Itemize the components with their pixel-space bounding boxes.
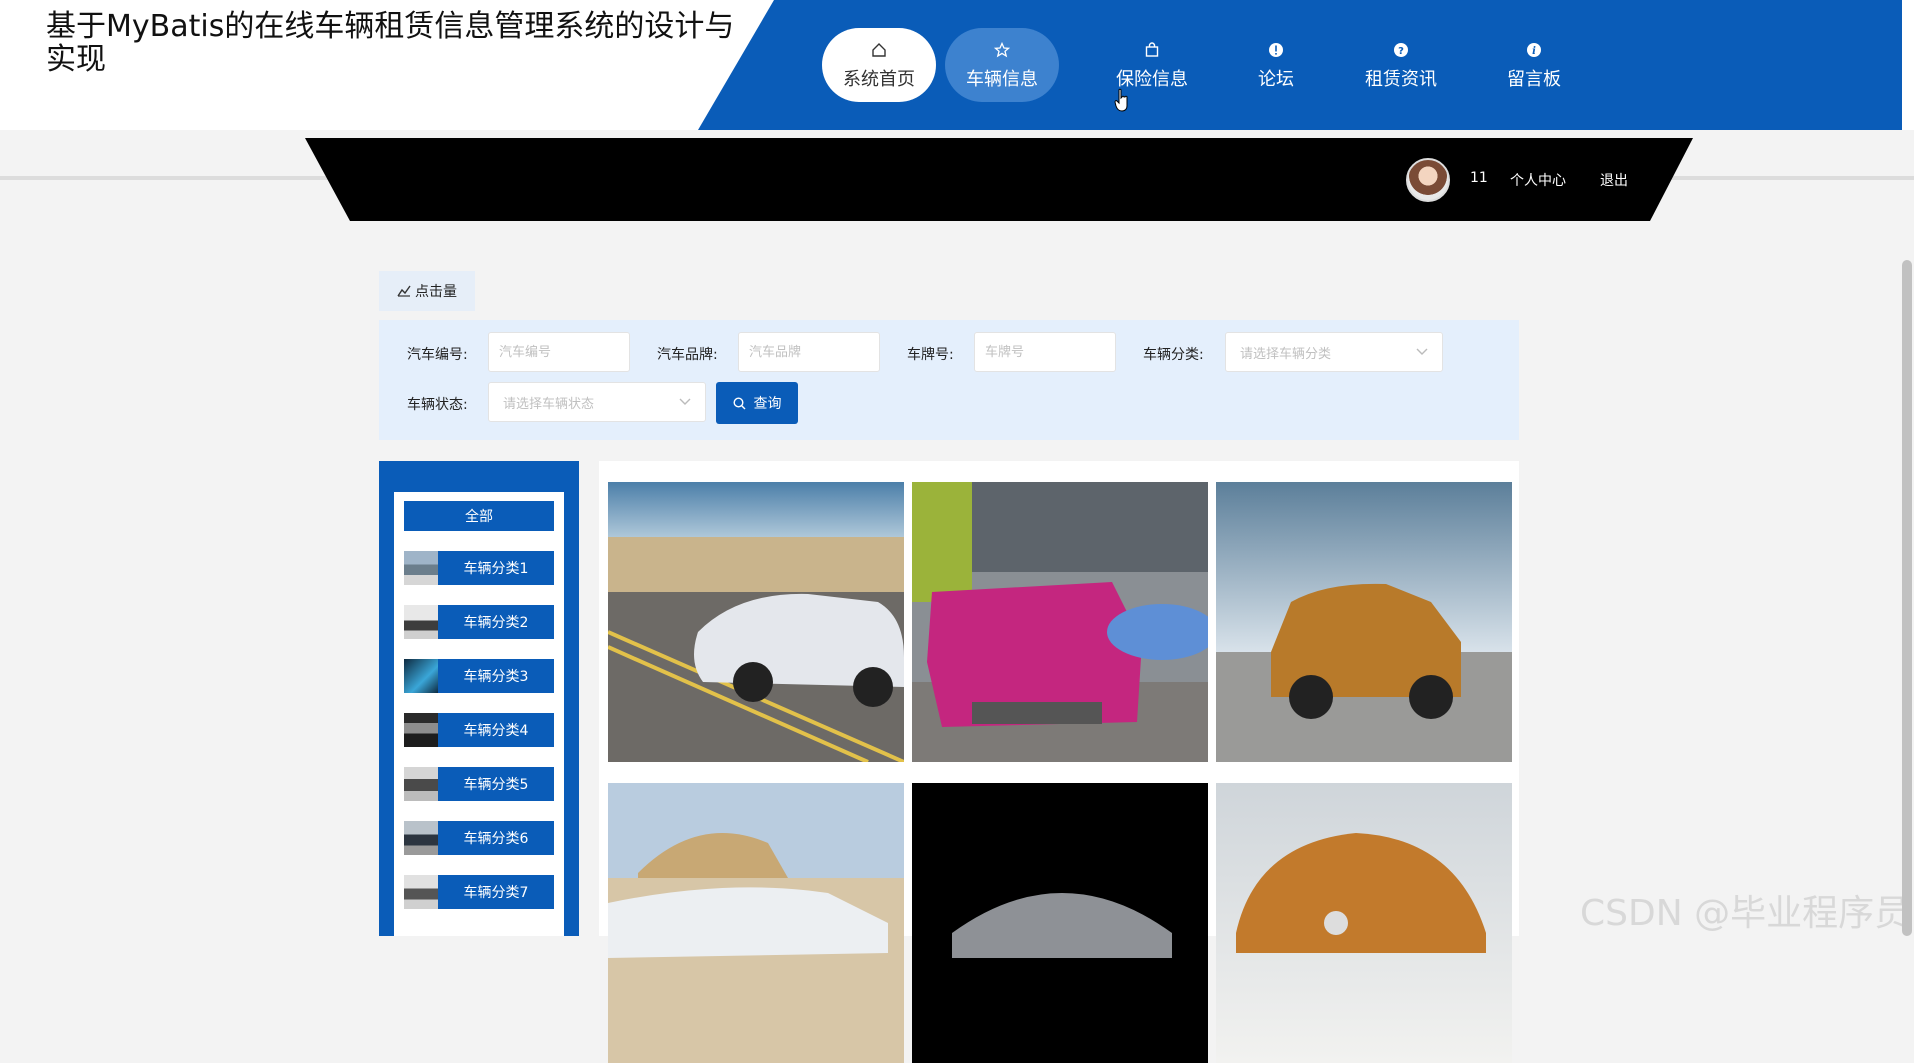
- plate-label: 车牌号:: [907, 347, 954, 363]
- vehicle-card-image[interactable]: [1216, 482, 1512, 762]
- svg-text:i: i: [1532, 46, 1536, 57]
- chevron-down-icon: [679, 398, 691, 405]
- nav-item-insurance[interactable]: 保险信息: [1095, 28, 1209, 102]
- watermark: CSDN @毕业程序员: [1580, 893, 1911, 934]
- query-button-label: 查询: [753, 396, 782, 412]
- status-select-value: 请选择车辆状态: [503, 396, 595, 412]
- category-item-label: 车辆分类1: [438, 551, 554, 585]
- category-item-6[interactable]: 车辆分类6: [404, 821, 554, 855]
- category-item-2[interactable]: 车辆分类2: [404, 605, 554, 639]
- tab-label: 点击量: [415, 284, 457, 300]
- logout-link[interactable]: 退出: [1600, 170, 1628, 190]
- svg-text:?: ?: [1398, 46, 1404, 57]
- nav-item-news[interactable]: ? 租赁资讯: [1344, 28, 1458, 102]
- nav-item-vehicles[interactable]: 车辆信息: [945, 28, 1059, 102]
- category-label: 车辆分类:: [1143, 347, 1204, 363]
- info-italic-icon: i: [1526, 39, 1542, 61]
- category-item-label: 车辆分类6: [438, 821, 554, 855]
- category-thumbnail: [404, 821, 438, 855]
- status-select[interactable]: 请选择车辆状态: [488, 382, 706, 422]
- vehicle-card-image[interactable]: [1216, 783, 1512, 1063]
- category-item-label: 车辆分类5: [438, 767, 554, 801]
- hand-cursor-icon: [1114, 88, 1128, 112]
- user-center-link[interactable]: 个人中心: [1510, 170, 1566, 190]
- page-scrollbar[interactable]: [1902, 260, 1912, 936]
- category-thumbnail: [404, 713, 438, 747]
- category-item-4[interactable]: 车辆分类4: [404, 713, 554, 747]
- home-icon: [871, 39, 887, 61]
- category-thumbnail: [404, 551, 438, 585]
- nav-item-home[interactable]: 系统首页: [822, 28, 936, 102]
- category-item-label: 车辆分类3: [438, 659, 554, 693]
- bag-icon: [1144, 39, 1160, 61]
- query-button[interactable]: 查询: [716, 382, 798, 424]
- brand-input[interactable]: [738, 332, 880, 372]
- site-title: 基于MyBatis的在线车辆租赁信息管理系统的设计与实现: [46, 9, 735, 77]
- tab-clicks[interactable]: 点击量: [379, 271, 475, 311]
- username: 11: [1470, 170, 1488, 186]
- category-item-label: 车辆分类2: [438, 605, 554, 639]
- info-icon: [1268, 39, 1284, 61]
- vehicle-card-image[interactable]: [608, 783, 904, 1063]
- category-select[interactable]: 请选择车辆分类: [1225, 332, 1443, 372]
- category-thumbnail: [404, 875, 438, 909]
- chevron-down-icon: [1416, 348, 1428, 355]
- nav-label: 论坛: [1258, 69, 1294, 90]
- avatar[interactable]: [1406, 158, 1450, 202]
- category-item-label: 车辆分类7: [438, 875, 554, 909]
- category-item-5[interactable]: 车辆分类5: [404, 767, 554, 801]
- nav-item-messages[interactable]: i 留言板: [1477, 28, 1591, 102]
- category-item-label: 车辆分类4: [438, 713, 554, 747]
- nav-label: 车辆信息: [966, 69, 1038, 90]
- nav-label: 系统首页: [843, 69, 915, 90]
- vehicle-card-image[interactable]: [608, 482, 904, 762]
- chart-icon: [397, 285, 411, 297]
- vehicle-card-image[interactable]: [912, 783, 1208, 1063]
- plate-input[interactable]: [974, 332, 1116, 372]
- car-no-label: 汽车编号:: [407, 347, 468, 363]
- category-item-7[interactable]: 车辆分类7: [404, 875, 554, 909]
- car-no-input[interactable]: [488, 332, 630, 372]
- brand-label: 汽车品牌:: [657, 347, 718, 363]
- nav-label: 留言板: [1507, 69, 1561, 90]
- nav-item-forum[interactable]: 论坛: [1219, 28, 1333, 102]
- nav-label: 租赁资讯: [1365, 69, 1437, 90]
- question-icon: ?: [1393, 39, 1409, 61]
- category-item-3[interactable]: 车辆分类3: [404, 659, 554, 693]
- search-icon: [732, 396, 745, 409]
- category-all[interactable]: 全部: [404, 501, 554, 531]
- category-thumbnail: [404, 767, 438, 801]
- main-nav: 系统首页 车辆信息 保险信息 论坛 ? 租赁资讯 i 留言板: [698, 0, 1902, 130]
- category-item-1[interactable]: 车辆分类1: [404, 551, 554, 585]
- star-icon: [994, 39, 1010, 61]
- category-thumbnail: [404, 605, 438, 639]
- category-thumbnail: [404, 659, 438, 693]
- vehicle-card-image[interactable]: [912, 482, 1208, 762]
- category-select-value: 请选择车辆分类: [1240, 346, 1332, 362]
- status-label: 车辆状态:: [407, 397, 468, 413]
